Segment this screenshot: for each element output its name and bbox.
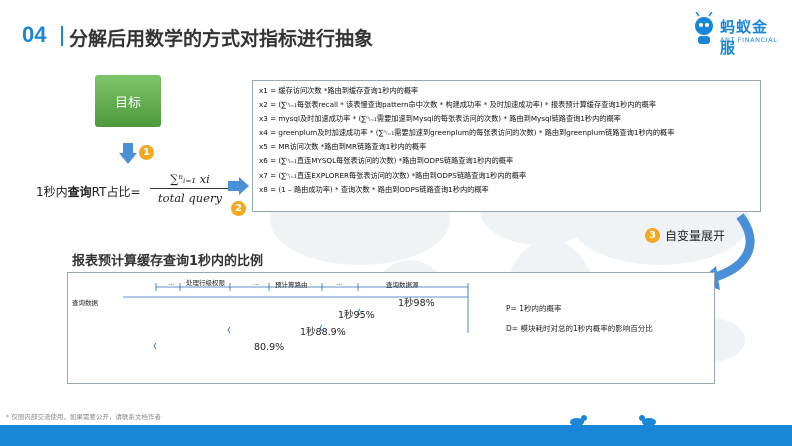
formula-x5: x5 = MR访问次数 *路由到MR链路查询1秒内的概率 bbox=[259, 142, 427, 152]
segment-5: 查询数据源 bbox=[386, 281, 419, 289]
target-box: 目标 bbox=[95, 75, 161, 127]
segment-4: ... bbox=[336, 279, 343, 287]
page-title: 分解后用数学的方式对指标进行抽象 bbox=[69, 28, 374, 50]
formula-x8: x8 = (1 – 路由成功率) * 查询次数 * 路由到ODPS链路查询1秒内… bbox=[259, 184, 489, 194]
step-badge-1: 1 bbox=[139, 145, 154, 160]
segment-3: 预计算路由 bbox=[275, 281, 308, 289]
formula-x3: x3 = mysql及时加速成功率 * (∑ⁿᵢ₌₁需要加速到Mysql的每张表… bbox=[259, 114, 621, 124]
section-title: 报表预计算缓存查询1秒内的比例 bbox=[72, 254, 264, 269]
ant-mascot-icon bbox=[695, 12, 713, 44]
formula-x2: x2 = (∑ⁿᵢ₌₁每张表recall * 该表慢查询pattern命中次数 … bbox=[259, 100, 657, 110]
value-80-9: 80.9% bbox=[254, 342, 285, 353]
segment-2: ... bbox=[253, 279, 260, 287]
segment-0: ... bbox=[168, 279, 175, 287]
ratio-suffix: RT占比= bbox=[91, 185, 141, 199]
step-badge-3: 3 bbox=[645, 228, 660, 243]
ant-mascot-icon bbox=[570, 415, 587, 426]
footer-band bbox=[0, 425, 792, 446]
ant-financial-logo: 蚂蚁金服 ANT FINANCIAL bbox=[690, 10, 780, 57]
footer-note: * 仅限内部交流使用，如果需要公开，请联系文档作者 bbox=[6, 413, 161, 421]
value-88-9: 1秒88.9% bbox=[300, 327, 346, 338]
fraction-numerator: ∑ⁿᵢ₌₁ xi bbox=[150, 172, 230, 189]
formula-x6: x6 = (∑ⁿᵢ₌₁直连MYSQL每张表访问的次数) *路由到ODPS链路查询… bbox=[259, 156, 514, 166]
section-number: 04 bbox=[22, 22, 47, 47]
legend-d: D= 模块耗时对总的1秒内概率的影响百分比 bbox=[506, 324, 653, 333]
step-badge-2: 2 bbox=[231, 201, 246, 216]
value-95: 1秒95% bbox=[338, 310, 375, 321]
down-arrow-icon bbox=[119, 143, 137, 164]
legend-p: P= 1秒内的概率 bbox=[506, 304, 562, 313]
formula-x4: x4 = greenplum及时加速成功率 * (∑ⁿᵢ₌₁需要加速到green… bbox=[259, 128, 675, 138]
ratio-bold: 查询 bbox=[67, 185, 92, 199]
value-98: 1秒98% bbox=[398, 298, 435, 309]
timeline-row-label: 查询数据 bbox=[72, 299, 98, 307]
ant-mascot-icon bbox=[639, 415, 656, 426]
title-divider bbox=[61, 26, 63, 46]
ratio-prefix: 1秒内 bbox=[36, 185, 68, 199]
timeline-diagram: ... 处理行级权限 ... 预计算路由 ... 查询数据源 查询数据 1秒98… bbox=[67, 272, 715, 384]
formula-x7: x7 = (∑ⁿᵢ₌₁直连EXPLORER每张表访问的次数) *路由到ODPS链… bbox=[259, 170, 527, 180]
fraction-denominator: total query bbox=[158, 191, 222, 205]
ratio-fraction: ∑ⁿᵢ₌₁ xi total query bbox=[150, 172, 230, 205]
segment-1: 处理行级权限 bbox=[186, 279, 225, 287]
formula-x1: x1 = 缓存访问次数 *路由到缓存查询1秒内的概率 bbox=[259, 86, 419, 95]
formula-list: x1 = 缓存访问次数 *路由到缓存查询1秒内的概率 x2 = (∑ⁿᵢ₌₁每张… bbox=[252, 80, 761, 212]
expand-label: 自变量展开 bbox=[665, 229, 726, 243]
logo-text-en: ANT FINANCIAL bbox=[720, 36, 778, 44]
right-arrow-icon bbox=[228, 177, 249, 195]
ratio-label: 1秒内查询RT占比= bbox=[36, 183, 141, 200]
